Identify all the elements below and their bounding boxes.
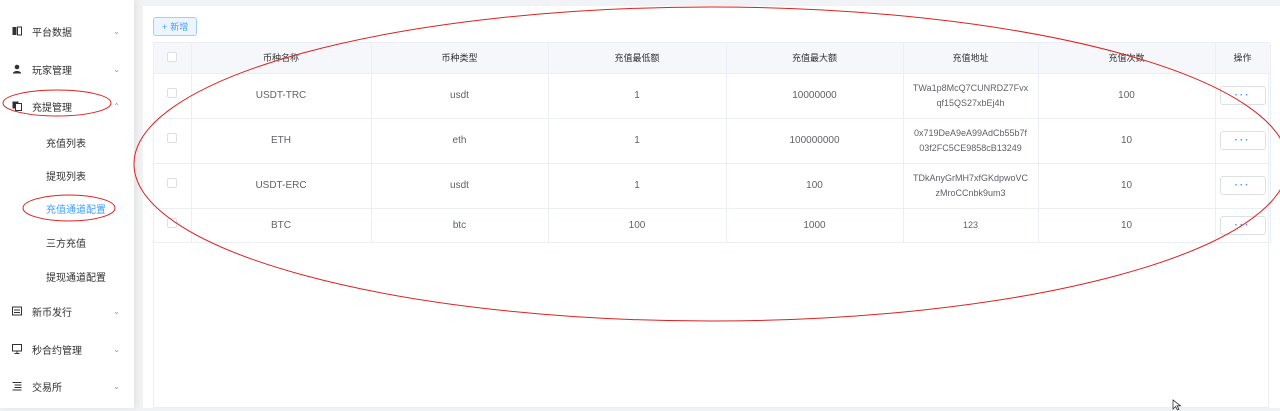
- cell-coin-name: USDT-TRC: [191, 73, 372, 119]
- table-row: BTC btc 100 1000 123 10 ···: [154, 208, 1271, 243]
- plus-icon: +: [162, 21, 168, 32]
- cell-min-deposit: 100: [548, 208, 727, 243]
- table-row: ETH eth 1 100000000 0x719DeA9eA99AdCb55b…: [154, 118, 1271, 164]
- cell-coin-name: USDT-ERC: [191, 163, 372, 209]
- submenu-deposit-channel-config[interactable]: 充值通道配置: [0, 191, 134, 225]
- cell-max-deposit: 100000000: [726, 118, 904, 164]
- cell-deposit-count: 10: [1038, 208, 1216, 243]
- submenu-third-party-deposit[interactable]: 三方充值: [0, 225, 134, 259]
- cell-deposit-address: TWa1p8McQ7CUNRDZ7Fvxqf15QS27xbEj4h: [912, 82, 1029, 108]
- select-all-checkbox[interactable]: [167, 51, 178, 62]
- cell-min-deposit: 1: [548, 73, 727, 119]
- row-checkbox[interactable]: [167, 133, 178, 143]
- cell-deposit-count: 10: [1038, 118, 1216, 164]
- menu-label: 平台数据: [32, 27, 72, 39]
- cell-deposit-count: 10: [1038, 163, 1216, 209]
- chevron-down-icon: ⌄: [113, 381, 120, 391]
- user-icon: [11, 63, 23, 75]
- table-row: USDT-TRC usdt 1 10000000 TWa1p8McQ7CUNRD…: [154, 73, 1271, 119]
- menu-exchange[interactable]: 交易所 ⌄: [0, 368, 134, 404]
- menu-platform-data[interactable]: 平台数据 ⌄: [0, 13, 134, 49]
- menu-second-contract[interactable]: 秒合约管理 ⌄: [0, 331, 134, 367]
- menu-label: 新币发行: [32, 307, 72, 319]
- menu-label: 充提管理: [32, 102, 72, 114]
- more-actions-button[interactable]: ···: [1219, 215, 1266, 235]
- cell-deposit-address: 0x719DeA9eA99AdCb55b7f03f2FC5CE9858cB132…: [913, 127, 1028, 153]
- cell-min-deposit: 1: [548, 118, 727, 164]
- submenu-label: 三方充值: [46, 238, 86, 250]
- header-deposit-count: 充值次数: [1038, 43, 1216, 74]
- submenu-deposit-list[interactable]: 充值列表: [0, 125, 134, 159]
- cell-coin-type: btc: [371, 208, 549, 243]
- main-content: + 新增 币种名称 币种类型 充值最低额 充值最大额 充值地址 充值次数 操作: [143, 6, 1280, 408]
- cell-max-deposit: 10000000: [726, 73, 904, 119]
- book-icon: [11, 25, 23, 37]
- submenu-withdraw-channel-config[interactable]: 提现通道配置: [0, 259, 134, 293]
- monitor-icon: [11, 343, 23, 355]
- menu-label: 秒合约管理: [32, 345, 82, 357]
- cell-max-deposit: 100: [726, 163, 904, 209]
- cell-deposit-address: 123: [962, 219, 979, 230]
- header-deposit-address: 充值地址: [903, 43, 1039, 74]
- add-button[interactable]: + 新增: [153, 17, 198, 36]
- chevron-up-icon: ⌃: [113, 101, 120, 111]
- document-icon: [11, 305, 23, 317]
- cell-coin-type: eth: [371, 118, 549, 164]
- row-checkbox[interactable]: [167, 88, 178, 98]
- list-icon: [11, 380, 23, 392]
- mouse-cursor-icon: [1172, 399, 1182, 411]
- chevron-down-icon: ⌄: [113, 26, 120, 36]
- submenu-label: 提现列表: [46, 171, 86, 183]
- header-max-deposit: 充值最大额: [726, 43, 904, 74]
- sidebar: 平台数据 ⌄ 玩家管理 ⌄ 充提管理 ⌃ 充值列表 提现列表 充值通道配置 三方…: [0, 0, 135, 408]
- menu-player-management[interactable]: 玩家管理 ⌄: [0, 51, 134, 87]
- submenu-label: 充值列表: [46, 138, 86, 150]
- submenu-label: 充值通道配置: [46, 204, 106, 216]
- cell-coin-name: BTC: [191, 208, 372, 243]
- select-all-cell[interactable]: [154, 43, 192, 74]
- more-actions-button[interactable]: ···: [1219, 86, 1266, 105]
- table-header-row: 币种名称 币种类型 充值最低额 充值最大额 充值地址 充值次数 操作: [154, 43, 1271, 74]
- menu-new-coin-issue[interactable]: 新币发行 ⌄: [0, 293, 134, 329]
- more-actions-button[interactable]: ···: [1219, 176, 1266, 195]
- menu-label: 玩家管理: [32, 65, 72, 77]
- copy-icon: [11, 100, 23, 112]
- cell-max-deposit: 1000: [726, 208, 904, 243]
- header-min-deposit: 充值最低额: [548, 43, 727, 74]
- cell-coin-type: usdt: [371, 163, 549, 209]
- submenu-label: 提现通道配置: [46, 272, 106, 284]
- chevron-down-icon: ⌄: [113, 344, 120, 354]
- cell-coin-type: usdt: [371, 73, 549, 119]
- more-actions-button[interactable]: ···: [1219, 131, 1266, 150]
- chevron-down-icon: ⌄: [113, 306, 120, 316]
- chevron-down-icon: ⌄: [113, 64, 120, 74]
- submenu-withdraw-list[interactable]: 提现列表: [0, 158, 134, 192]
- add-button-label: 新增: [170, 22, 189, 32]
- cell-min-deposit: 1: [548, 163, 727, 209]
- cell-deposit-address: TDkAnyGrMH7xfGKdpwoVCzMroCCnbk9um3: [912, 172, 1029, 198]
- channel-table: 币种名称 币种类型 充值最低额 充值最大额 充值地址 充值次数 操作 USDT-…: [153, 42, 1271, 408]
- header-coin-type: 币种类型: [371, 43, 549, 74]
- row-checkbox[interactable]: [167, 217, 178, 228]
- row-checkbox[interactable]: [167, 178, 178, 188]
- menu-deposit-withdraw[interactable]: 充提管理 ⌃: [0, 88, 134, 124]
- cell-coin-name: ETH: [191, 118, 372, 164]
- header-coin-name: 币种名称: [191, 43, 372, 74]
- menu-label: 交易所: [32, 382, 62, 394]
- table-row: USDT-ERC usdt 1 100 TDkAnyGrMH7xfGKdpwoV…: [154, 163, 1271, 209]
- cell-deposit-count: 100: [1038, 73, 1216, 119]
- header-operations: 操作: [1215, 43, 1271, 74]
